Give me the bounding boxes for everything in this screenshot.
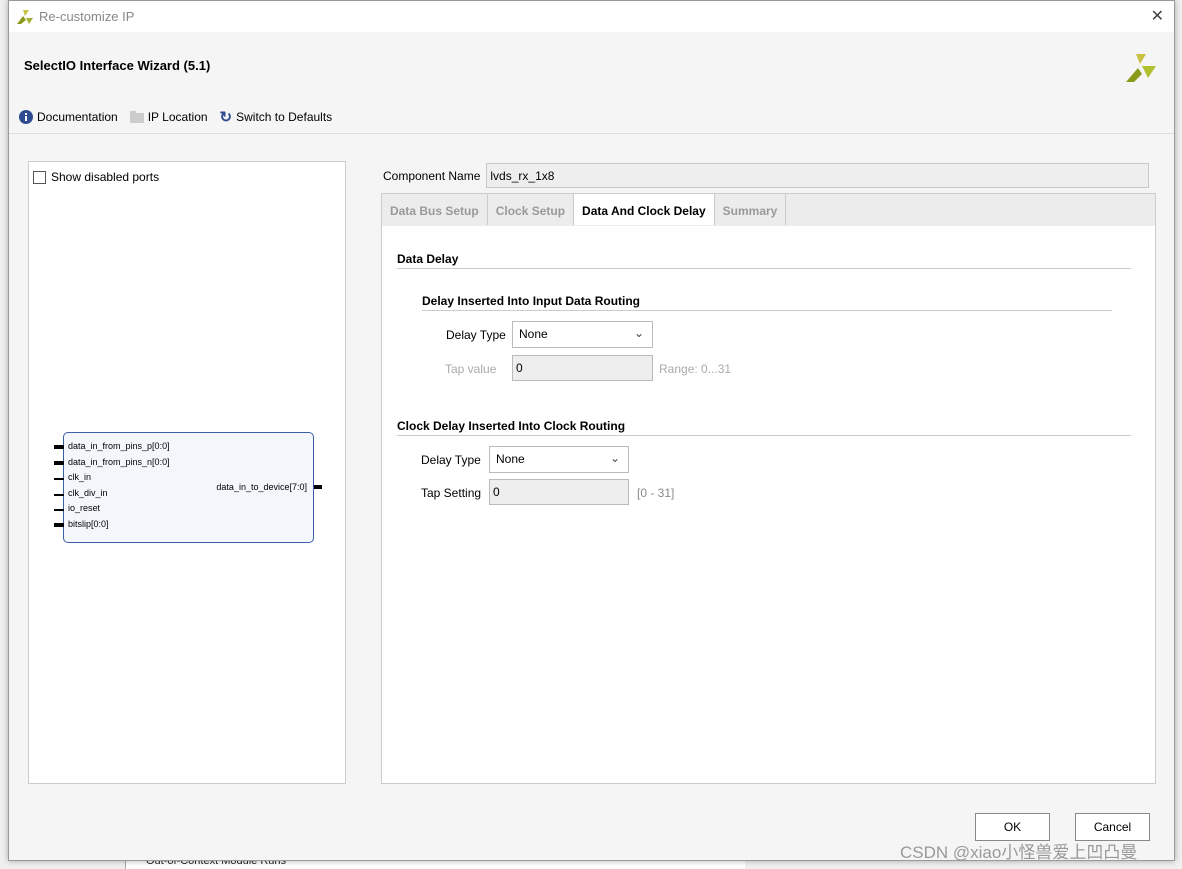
folder-icon xyxy=(129,110,144,123)
clock-delay-title: Clock Delay Inserted Into Clock Routing xyxy=(397,419,626,433)
tap-value-label: Tap value xyxy=(445,362,497,376)
checkbox-box[interactable] xyxy=(33,170,46,184)
watermark: CSDN @xiao小怪兽爱上凹凸曼 xyxy=(900,843,1138,862)
input-port: data_in_from_pins_p[0:0] xyxy=(68,441,170,451)
title-bar: Re-customize IP ✕ xyxy=(9,1,1174,32)
output-port: data_in_to_device[7:0] xyxy=(216,482,307,492)
ip-location-label: IP Location xyxy=(147,109,208,124)
port-pin xyxy=(54,509,64,511)
port-pin xyxy=(54,445,64,449)
tab-data-and-clock-delay[interactable]: Data And Clock Delay xyxy=(574,194,715,225)
vivado-logo-icon xyxy=(17,9,33,24)
selected-value: None xyxy=(496,452,525,466)
input-port: data_in_from_pins_n[0:0] xyxy=(68,457,170,467)
chevron-down-icon: ⌄ xyxy=(633,326,644,340)
re-customize-ip-dialog: Re-customize IP ✕ SelectIO Interface Wiz… xyxy=(8,0,1175,861)
tab-summary[interactable]: Summary xyxy=(715,194,787,225)
documentation-button[interactable]: Documentation xyxy=(19,109,118,124)
xilinx-logo-icon xyxy=(1126,54,1156,82)
documentation-label: Documentation xyxy=(37,109,118,124)
input-port: clk_div_in xyxy=(68,488,108,498)
tap-setting-range: [0 - 31] xyxy=(637,486,675,500)
info-icon xyxy=(19,109,33,124)
switch-to-defaults-button[interactable]: ↻ Switch to Defaults xyxy=(220,108,333,126)
ip-location-button[interactable]: IP Location xyxy=(129,109,208,124)
show-disabled-label: Show disabled ports xyxy=(51,170,160,184)
port-pin xyxy=(54,523,64,527)
tap-setting-input[interactable]: 0 xyxy=(489,479,629,505)
switch-defaults-label: Switch to Defaults xyxy=(236,109,333,124)
show-disabled-ports-checkbox[interactable]: Show disabled ports xyxy=(33,170,159,184)
data-delay-type-select[interactable]: None ⌄ xyxy=(512,321,653,348)
port-pin xyxy=(54,478,64,480)
refresh-icon: ↻ xyxy=(219,108,233,126)
divider xyxy=(397,435,1131,436)
data-delay-title: Data Delay xyxy=(397,252,459,266)
tap-value-input[interactable]: 0 xyxy=(512,355,653,381)
tab-panel: Data Bus Setup Clock Setup Data And Cloc… xyxy=(381,193,1156,784)
port-pin xyxy=(54,494,64,496)
header: SelectIO Interface Wizard (5.1) xyxy=(9,32,1174,100)
clock-delay-type-select[interactable]: None ⌄ xyxy=(489,446,629,473)
port-pin xyxy=(54,461,64,465)
tab-data-bus-setup[interactable]: Data Bus Setup xyxy=(382,194,488,225)
data-delay-type-label: Delay Type xyxy=(446,328,506,342)
component-name-input[interactable] xyxy=(486,163,1150,188)
chevron-down-icon: ⌄ xyxy=(609,451,620,465)
ip-symbol-block: data_in_from_pins_p[0:0] data_in_from_pi… xyxy=(54,432,322,543)
cancel-button[interactable]: Cancel xyxy=(1075,813,1150,841)
ok-button[interactable]: OK xyxy=(975,813,1050,841)
close-icon[interactable]: ✕ xyxy=(1151,6,1164,26)
component-name-row: Component Name xyxy=(383,163,1150,188)
wizard-title: SelectIO Interface Wizard (5.1) xyxy=(24,58,211,73)
data-delay-subtitle: Delay Inserted Into Input Data Routing xyxy=(422,294,641,308)
symbol-panel: Show disabled ports data_in_from_pins_p[… xyxy=(28,161,346,784)
input-port: clk_in xyxy=(68,472,92,482)
clock-delay-type-label: Delay Type xyxy=(421,453,481,467)
selected-value: None xyxy=(519,327,548,341)
input-port: io_reset xyxy=(68,503,101,513)
tab-bar: Data Bus Setup Clock Setup Data And Cloc… xyxy=(382,194,1155,226)
window-title: Re-customize IP xyxy=(39,9,135,24)
divider xyxy=(422,310,1112,311)
divider xyxy=(397,268,1131,269)
tab-clock-setup[interactable]: Clock Setup xyxy=(488,194,575,225)
tap-value-range: Range: 0...31 xyxy=(659,362,732,376)
toolbar: Documentation IP Location ↻ Switch to De… xyxy=(9,100,1174,134)
tap-setting-label: Tap Setting xyxy=(421,486,482,500)
input-port: bitslip[0:0] xyxy=(68,519,109,529)
port-pin xyxy=(314,485,322,489)
component-name-label: Component Name xyxy=(383,168,481,183)
